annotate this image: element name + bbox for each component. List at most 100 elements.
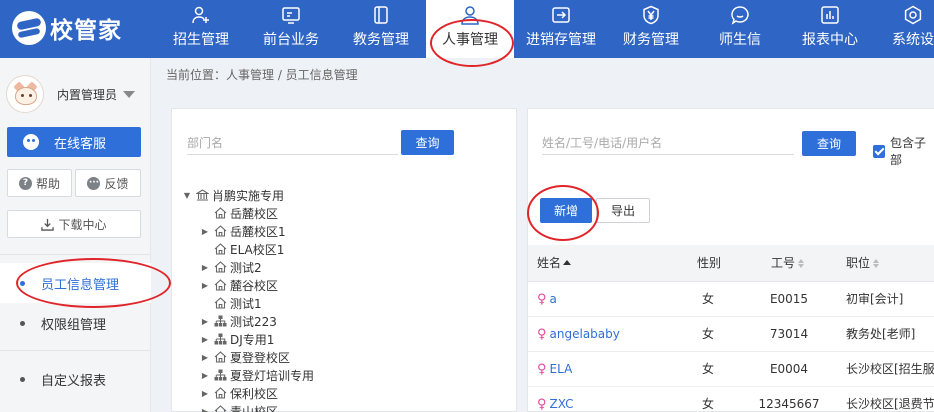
home-icon — [214, 297, 230, 309]
nav-item-enrollment[interactable]: 招生管理 — [160, 0, 242, 58]
caret-right-icon[interactable]: ▶ — [200, 353, 210, 362]
tree-node[interactable]: ▼ 肖鹏实施专用 — [182, 186, 284, 204]
department-query-button[interactable]: 查询 — [401, 130, 454, 155]
tree-node[interactable]: ▶ 麓谷校区 — [200, 276, 278, 294]
caret-right-icon[interactable]: ▶ — [200, 317, 210, 326]
tree-node[interactable]: ▶岳麓校区 — [200, 204, 278, 222]
department-search-input[interactable] — [187, 131, 398, 155]
chat-bubble-icon — [731, 6, 749, 25]
bank-icon — [196, 189, 212, 201]
home-icon — [214, 243, 230, 255]
nav-label: 教务管理 — [353, 32, 409, 48]
cell-name[interactable]: ♀ angelababy — [537, 317, 620, 352]
sidebar-item-permission-groups[interactable]: 权限组管理 — [0, 303, 151, 343]
home-icon — [214, 207, 230, 219]
top-navigation-bar: 校管家 招生管理 前台业务 教务管理 人事管理 进销存管理 财务管理 师生信 报… — [0, 0, 934, 58]
logo-mark-icon — [12, 11, 46, 45]
tree-node[interactable]: ▶ 岳麓校区1 — [200, 222, 286, 240]
tree-node[interactable]: ▶ELA校区1 — [200, 240, 284, 258]
tree-node-label: 肖鹏实施专用 — [212, 188, 285, 203]
table-row[interactable]: ♀ ELA 女 E0004 长沙校区[招生服 — [528, 352, 934, 387]
caret-right-icon[interactable]: ▶ — [200, 407, 210, 412]
caret-right-icon[interactable]: ▶ — [200, 371, 210, 380]
female-icon: ♀ — [537, 327, 547, 342]
cell-position: 长沙校区[退费节 — [846, 387, 934, 412]
nav-item-hr[interactable]: 人事管理 — [426, 0, 514, 58]
nav-label: 师生信 — [719, 32, 761, 48]
caret-right-icon[interactable]: ▶ — [200, 281, 210, 290]
home-icon — [214, 261, 230, 273]
tree-node[interactable]: ▶ 青山校区 — [200, 402, 278, 412]
tree-node-label: 测试1 — [230, 296, 262, 311]
add-staff-button[interactable]: 新增 — [540, 198, 592, 223]
bar-chart-icon — [821, 6, 839, 24]
nav-item-front-desk[interactable]: 前台业务 — [250, 0, 332, 58]
user-menu[interactable]: 内置管理员 — [6, 74, 146, 114]
sidebar-item-custom-reports[interactable]: 自定义报表 — [0, 359, 151, 399]
cell-name[interactable]: ♀ ZXC — [537, 387, 573, 412]
bullet-dot-icon — [20, 320, 25, 326]
column-header-name[interactable]: 姓名 — [537, 245, 572, 282]
include-sub-departments-checkbox[interactable]: 包含子部 — [873, 134, 934, 168]
feedback-button[interactable]: ··· 反馈 — [75, 169, 141, 197]
caret-down-icon[interactable]: ▼ — [182, 191, 192, 200]
nav-item-reports[interactable]: 报表中心 — [788, 0, 872, 58]
cell-staff-id: E0004 — [754, 352, 824, 387]
nav-label: 报表中心 — [802, 32, 858, 48]
cell-staff-id-text: E0015 — [769, 292, 809, 306]
sidebar-divider — [0, 254, 151, 255]
caret-right-icon[interactable]: ▶ — [200, 263, 210, 272]
cell-name-text: ZXC — [549, 397, 574, 411]
home-icon — [214, 279, 230, 291]
home-icon — [214, 225, 230, 237]
staff-query-button[interactable]: 查询 — [802, 131, 856, 156]
table-row[interactable]: ♀ ZXC 女 12345667 长沙校区[退费节 — [528, 387, 934, 412]
tree-node[interactable]: ▶ 夏登灯培训专用 — [200, 366, 314, 384]
book-icon — [374, 6, 388, 24]
column-header-position[interactable]: 职位 — [846, 245, 880, 282]
nav-item-inventory[interactable]: 进销存管理 — [518, 0, 604, 58]
help-button[interactable]: ? 帮助 — [7, 169, 72, 197]
org-icon — [214, 315, 230, 327]
nav-label: 财务管理 — [623, 32, 679, 48]
staff-search-input[interactable] — [542, 131, 794, 155]
tree-node[interactable]: ▶ 测试2 — [200, 258, 262, 276]
sidebar-item-staff-info[interactable]: 员工信息管理 — [0, 263, 151, 303]
nav-item-messages[interactable]: 师生信 — [700, 0, 780, 58]
avatar — [6, 75, 44, 113]
caret-right-icon[interactable]: ▶ — [200, 335, 210, 344]
tree-node[interactable]: ▶测试1 — [200, 294, 262, 312]
cell-name[interactable]: ♀ ELA — [537, 352, 572, 387]
sort-icon — [798, 259, 805, 268]
org-icon — [214, 369, 230, 381]
nav-label: 系统设 — [892, 32, 934, 48]
nav-item-academic[interactable]: 教务管理 — [340, 0, 422, 58]
column-header-label: 工号 — [771, 256, 796, 270]
download-icon — [41, 218, 55, 231]
cell-position: 长沙校区[招生服 — [846, 352, 934, 387]
nav-item-settings[interactable]: 系统设 — [878, 0, 934, 58]
inbox-arrow-icon — [552, 7, 570, 23]
tree-node[interactable]: ▶ DJ专用1 — [200, 330, 275, 348]
caret-right-icon[interactable]: ▶ — [200, 389, 210, 398]
tree-node[interactable]: ▶ 测试223 — [200, 312, 277, 330]
cell-staff-id: E0015 — [754, 282, 824, 317]
nav-item-finance[interactable]: 财务管理 — [608, 0, 694, 58]
cell-name[interactable]: ♀ a — [537, 282, 557, 317]
table-row[interactable]: ♀ angelababy 女 73014 教务处[老师] — [528, 317, 934, 352]
download-center-button[interactable]: 下载中心 — [7, 210, 141, 238]
column-header-label: 性别 — [697, 256, 722, 270]
caret-down-icon — [123, 90, 136, 98]
tree-node[interactable]: ▶ 保利校区 — [200, 384, 278, 402]
app-logo[interactable]: 校管家 — [12, 10, 122, 46]
column-header-staff-id[interactable]: 工号 — [771, 245, 805, 282]
checkbox-checked-icon — [873, 144, 885, 158]
person-icon — [461, 6, 479, 25]
column-header-label: 姓名 — [537, 256, 562, 270]
cell-gender-text: 女 — [702, 397, 715, 411]
online-service-button[interactable]: 在线客服 — [7, 127, 141, 157]
caret-right-icon[interactable]: ▶ — [200, 227, 210, 236]
tree-node[interactable]: ▶ 夏登登校区 — [200, 348, 290, 366]
table-row[interactable]: ♀ a 女 E0015 初审[会计] — [528, 282, 934, 317]
export-button[interactable]: 导出 — [596, 198, 650, 223]
